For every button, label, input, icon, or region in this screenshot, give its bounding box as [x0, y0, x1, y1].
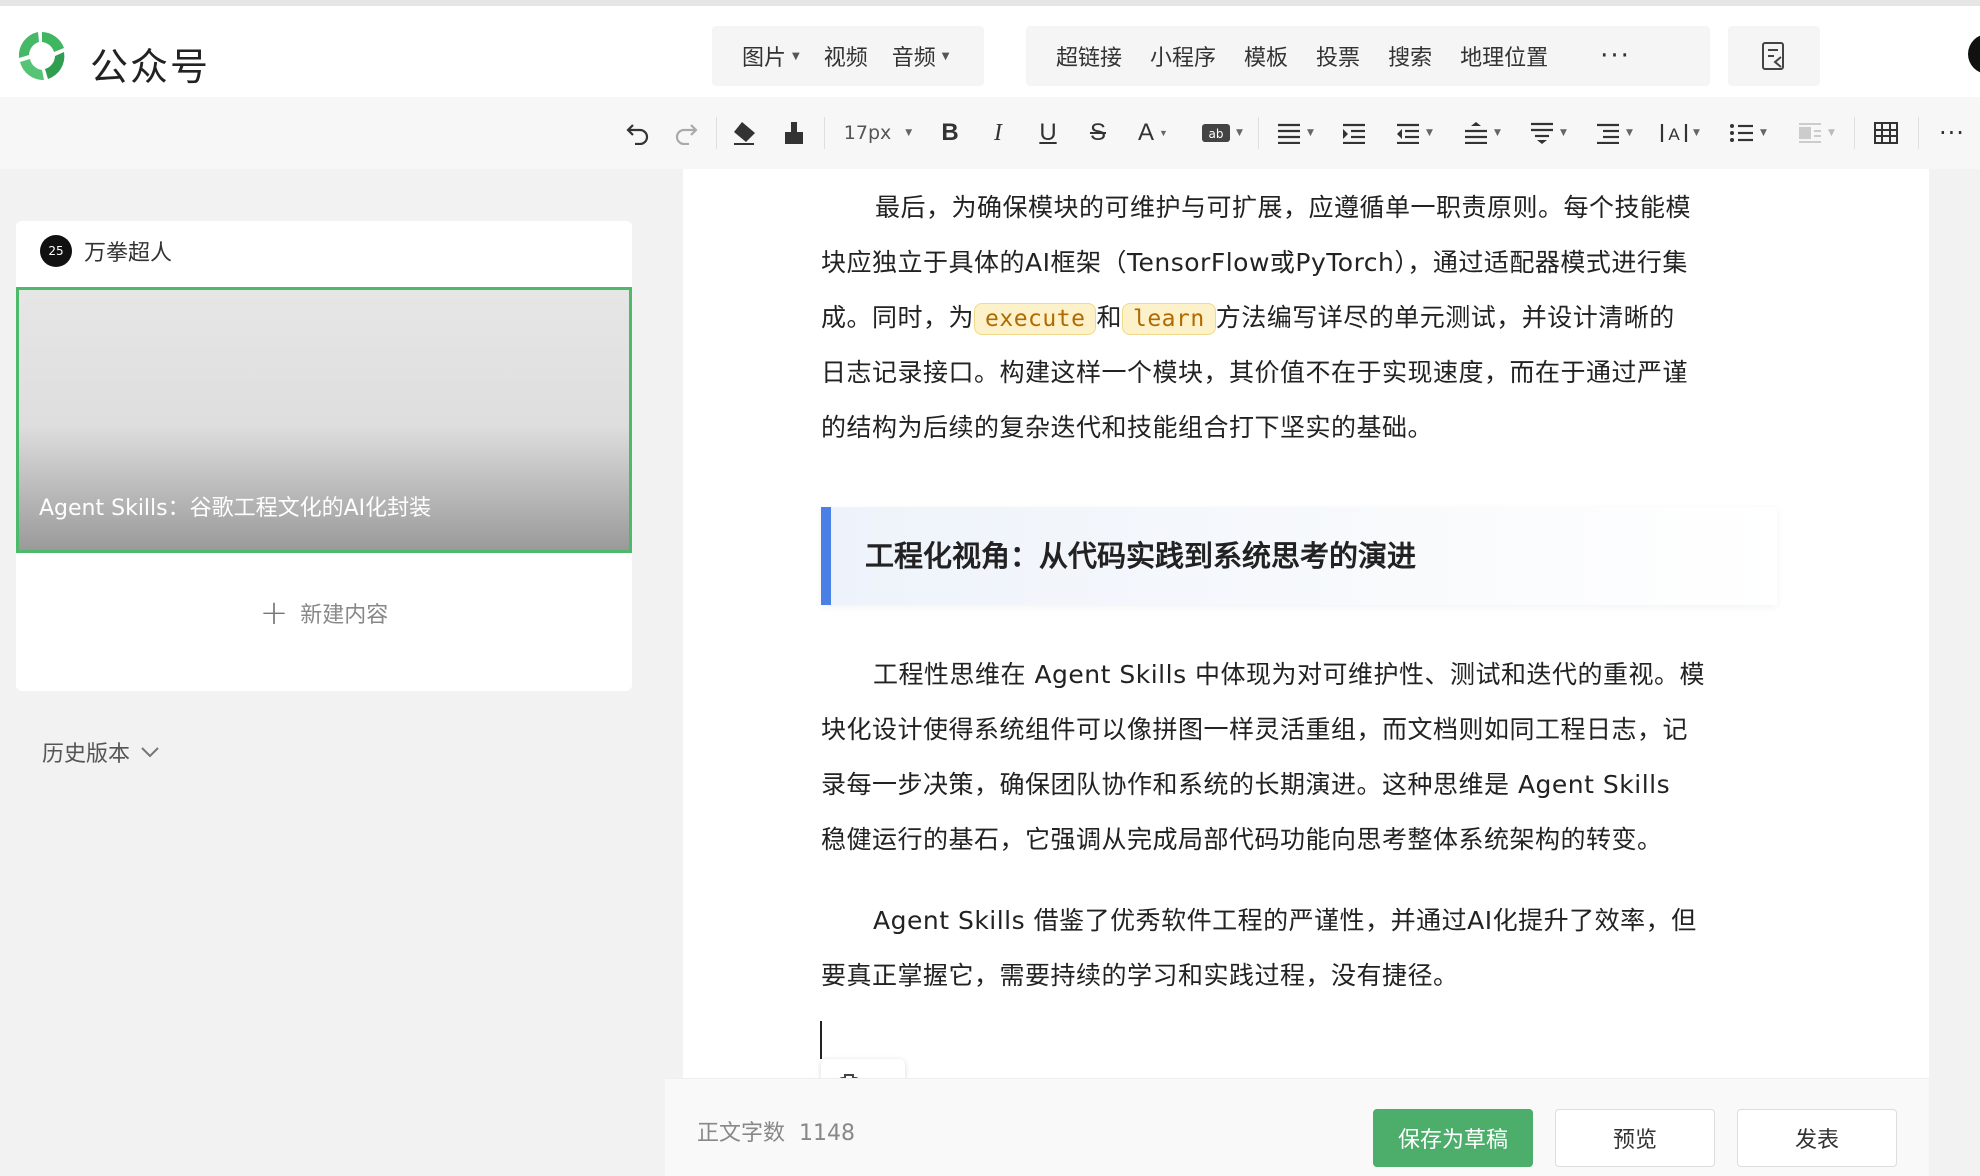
brand-title: 公众号 [90, 45, 211, 89]
more-insert-icon[interactable]: ··· [1600, 41, 1631, 71]
list-icon[interactable]: ▼ [1722, 111, 1774, 155]
insert-audio-menu[interactable]: 音频 ▼ [892, 40, 950, 72]
text-line: 成。同时，为 execute 和 learn 方法编写详尽的单元测试，并设计清晰的 [821, 290, 1781, 345]
section-heading: 工程化视角：从代码实践到系统思考的演进 [865, 539, 1417, 573]
insert-location-button[interactable]: 地理位置 [1460, 40, 1548, 72]
insert-extras-group: 超链接 小程序 模板 投票 搜索 地理位置 ··· [1026, 26, 1710, 86]
plus-icon: + [259, 593, 289, 633]
undo-icon[interactable] [618, 111, 658, 155]
font-color-icon[interactable]: A ▼ [1128, 111, 1178, 155]
highlight-color-icon[interactable]: ab ▼ [1196, 111, 1248, 155]
account-name: 万拳超人 [84, 241, 173, 266]
section-heading-block: 工程化视角：从代码实践到系统思考的演进 [821, 507, 1777, 605]
svg-text:A: A [1668, 125, 1680, 144]
svg-text:ab: ab [1209, 127, 1224, 141]
insert-media-group: 图片 ▼ 视频 音频 ▼ [712, 26, 984, 86]
text-line: 工程性思维在 Agent Skills 中体现为对可维护性、测试和迭代的重视。模 [873, 660, 1706, 689]
text-line: 日志记录接口。构建这样一个模块，其价值不在于实现速度，而在于通过严谨 [821, 358, 1689, 387]
more-format-icon[interactable]: ··· [1930, 111, 1974, 155]
new-content-label: 新建内容 [300, 603, 389, 628]
clear-format-icon[interactable] [724, 111, 764, 155]
inline-code-execute: execute [974, 303, 1097, 335]
bold-icon[interactable]: B [930, 111, 970, 155]
word-count: 正文字数 1148 [697, 1115, 855, 1147]
italic-icon[interactable]: I [978, 111, 1018, 155]
font-size-select[interactable]: 17px ▼ [838, 111, 918, 155]
align-icon[interactable]: ▼ [1270, 111, 1320, 155]
paragraph-1: 最后，为确保模块的可维护与可扩展，应遵循单一职责原则。每个技能模 块应独立于具体… [821, 180, 1781, 455]
toolbar-divider [1854, 117, 1855, 149]
editor-footer: 正文字数 1148 保存为草稿 预览 发表 [665, 1078, 1929, 1176]
insert-video-button[interactable]: 视频 [824, 40, 868, 72]
text-segment: 和 [1096, 303, 1122, 332]
chevron-down-icon [141, 747, 159, 758]
underline-icon[interactable]: U [1028, 111, 1068, 155]
insert-miniprogram-button[interactable]: 小程序 [1150, 40, 1216, 72]
text-line: 最后，为确保模块的可维护与可扩展，应遵循单一职责原则。每个技能模 [875, 193, 1692, 222]
caret-down-icon: ▼ [792, 50, 800, 62]
word-count-label: 正文字数 [697, 1121, 786, 1146]
word-count-value: 1148 [799, 1121, 856, 1146]
outdent-icon[interactable]: ▼ [1388, 111, 1440, 155]
account-header: 25 万拳超人 [40, 235, 172, 267]
preview-button[interactable]: 预览 [1555, 1109, 1715, 1167]
save-draft-button[interactable]: 保存为草稿 [1373, 1109, 1533, 1167]
article-editor[interactable]: 最后，为确保模块的可维护与可扩展，应遵循单一职责原则。每个技能模 块应独立于具体… [683, 169, 1929, 1176]
insert-search-button[interactable]: 搜索 [1388, 40, 1432, 72]
article-title: Agent Skills：谷歌工程文化的AI化封装 [39, 496, 432, 521]
text-line: 的结构为后续的复杂迭代和技能组合打下坚实的基础。 [821, 413, 1434, 442]
insert-hyperlink-button[interactable]: 超链接 [1056, 40, 1122, 72]
paragraph-3: Agent Skills 借鉴了优秀软件工程的严谨性，并通过AI化提升了效率，但… [821, 893, 1781, 1003]
text-segment: 方法编写详尽的单元测试，并设计清晰的 [1215, 303, 1675, 332]
caret-down-icon: ▼ [941, 50, 950, 62]
insert-vote-button[interactable]: 投票 [1316, 40, 1360, 72]
text-cursor [820, 1021, 822, 1059]
text-line: 块化设计使得系统组件可以像拼图一样灵活重组，而文档则如同工程日志，记 [821, 715, 1689, 744]
paragraph-2: 工程性思维在 Agent Skills 中体现为对可维护性、测试和迭代的重视。模… [821, 647, 1781, 867]
text-line: 要真正掌握它，需要持续的学习和实践过程，没有捷径。 [821, 961, 1459, 990]
user-avatar[interactable] [1968, 34, 1980, 74]
paragraph-after-icon[interactable]: ▼ [1522, 111, 1574, 155]
redo-icon[interactable] [666, 111, 706, 155]
publish-button[interactable]: 发表 [1737, 1109, 1897, 1167]
toolbar-divider [716, 117, 717, 149]
text-line: 录每一步决策，确保团队协作和系统的长期演进。这种思维是 Agent Skills [821, 770, 1671, 799]
text-line: 块应独立于具体的AI框架（TensorFlow或PyTorch），通过适配器模式… [821, 248, 1688, 277]
article-cover-card[interactable]: Agent Skills：谷歌工程文化的AI化封装 [16, 287, 632, 553]
insert-template-button[interactable]: 模板 [1244, 40, 1288, 72]
float-icon[interactable]: ▼ [1790, 111, 1842, 155]
paragraph-spacing-icon[interactable]: ▼ [1456, 111, 1508, 155]
toolbar-divider [1258, 117, 1259, 149]
indent-icon[interactable] [1332, 111, 1376, 155]
new-content-button[interactable]: + 新建内容 [16, 593, 632, 633]
text-line: 稳健运行的基石，它强调从完成局部代码功能向思考整体系统架构的转变。 [821, 825, 1663, 854]
strikethrough-icon[interactable]: S [1078, 111, 1118, 155]
top-bar: 公众号 图片 ▼ 视频 音频 ▼ 超链接 小程序 模板 投票 搜索 地理位置 ··· [0, 0, 1980, 97]
letter-spacing-icon[interactable]: A ▼ [1654, 111, 1706, 155]
format-painter-icon[interactable] [774, 111, 814, 155]
text-line: Agent Skills 借鉴了优秀软件工程的严谨性，并通过AI化提升了效率，但 [873, 906, 1697, 935]
inline-code-learn: learn [1121, 303, 1216, 335]
document-import-button[interactable] [1728, 26, 1820, 86]
wechat-mp-logo-icon [18, 32, 65, 81]
format-toolbar: 17px ▼ B I U S A ▼ ab ▼ ▼ ▼ ▼ ▼ ▼ A ▼ ▼ ▼ ··… [0, 97, 1980, 169]
article-list-card: 25 万拳超人 Agent Skills：谷歌工程文化的AI化封装 + 新建内容 [16, 221, 632, 691]
table-icon[interactable] [1866, 111, 1906, 155]
account-avatar: 25 [40, 235, 72, 267]
insert-image-menu[interactable]: 图片 ▼ [742, 40, 800, 72]
document-import-icon [1762, 42, 1784, 70]
toolbar-divider [1918, 117, 1919, 149]
history-versions-toggle[interactable]: 历史版本 [42, 736, 160, 768]
text-segment: 成。同时，为 [821, 303, 975, 332]
toolbar-divider [824, 117, 825, 149]
line-height-icon[interactable]: ▼ [1588, 111, 1640, 155]
history-label: 历史版本 [42, 742, 131, 767]
